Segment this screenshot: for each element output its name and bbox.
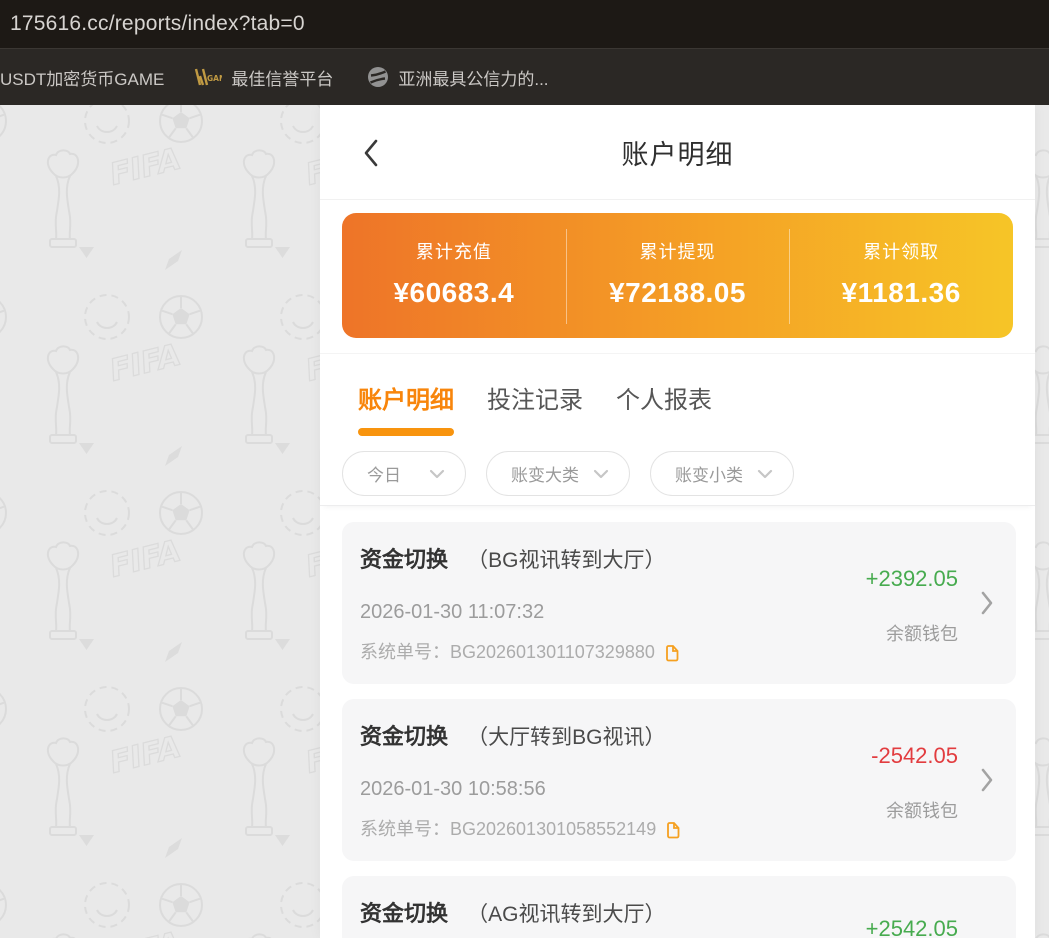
- filter-label: 账变大类: [511, 461, 579, 486]
- filters-row: 今日 账变大类 账变小类: [320, 440, 1035, 506]
- bookmark-label: 亚洲最具公信力的...: [398, 65, 548, 90]
- record-amount-block: -2542.05 余额钱包: [871, 743, 958, 823]
- record-datetime: 2026-01-30 11:07:32: [360, 599, 866, 625]
- summary-total-deposit: 累计充值 ¥60683.4: [342, 213, 566, 338]
- chevron-right-icon: [980, 590, 994, 616]
- tab-label: 账户明细: [358, 380, 454, 415]
- filter-label: 今日: [367, 461, 401, 486]
- page-title: 账户明细: [320, 105, 1035, 200]
- account-detail-panel: 账户明细 累计充值 ¥60683.4 累计提现 ¥72188.05 累计领取 ¥…: [320, 105, 1035, 938]
- summary-label: 累计提现: [640, 238, 716, 264]
- record-row[interactable]: 资金切换 （AG视讯转到大厅） +2542.05: [342, 876, 1016, 938]
- record-order-row: 系统单号： BG202601301107329880: [360, 640, 866, 664]
- order-label: 系统单号：: [360, 817, 450, 841]
- summary-value: ¥60683.4: [393, 277, 514, 309]
- summary-card: 累计充值 ¥60683.4 累计提现 ¥72188.05 累计领取 ¥1181.…: [342, 213, 1013, 338]
- summary-section: 累计充值 ¥60683.4 累计提现 ¥72188.05 累计领取 ¥1181.…: [320, 200, 1035, 353]
- record-row[interactable]: 资金切换 （BG视讯转到大厅） 2026-01-30 11:07:32 系统单号…: [342, 522, 1016, 684]
- record-subtitle: （大厅转到BG视讯）: [467, 726, 665, 749]
- record-type: 资金切换: [360, 901, 448, 926]
- record-title-row: 资金切换 （大厅转到BG视讯）: [360, 723, 866, 752]
- globe-icon: [367, 66, 389, 88]
- bookmark-label: USDT加密货币GAME: [0, 65, 164, 90]
- order-number: BG202601301058552149: [450, 817, 656, 841]
- summary-label: 累计充值: [416, 238, 492, 264]
- summary-value: ¥72188.05: [609, 277, 746, 309]
- record-datetime: 2026-01-30 10:58:56: [360, 776, 866, 802]
- filter-change-major-dropdown[interactable]: 账变大类: [486, 451, 630, 496]
- chevron-down-icon: [593, 469, 609, 479]
- gold-game-logo-icon: GAME: [194, 67, 222, 87]
- chevron-down-icon: [757, 469, 773, 479]
- record-list: 资金切换 （BG视讯转到大厅） 2026-01-30 11:07:32 系统单号…: [320, 506, 1035, 938]
- copy-icon[interactable]: [663, 643, 679, 662]
- tab-personal-report[interactable]: 个人报表: [616, 380, 712, 440]
- record-amount-block: +2392.05 余额钱包: [866, 566, 958, 646]
- page-url[interactable]: 175616.cc/reports/index?tab=0: [0, 12, 305, 36]
- summary-total-claimed: 累计领取 ¥1181.36: [789, 213, 1013, 338]
- record-type: 资金切换: [360, 724, 448, 749]
- bookmark-usdt-game[interactable]: USDT加密货币GAME: [0, 65, 164, 90]
- copy-icon[interactable]: [664, 820, 680, 839]
- tab-label: 投注记录: [487, 380, 583, 415]
- record-amount: +2542.05: [866, 916, 958, 938]
- order-label: 系统单号：: [360, 640, 450, 664]
- svg-text:GAME: GAME: [207, 74, 222, 83]
- bookmarks-bar: USDT加密货币GAME GAME 最佳信誉平台 亚洲最具公信力的...: [0, 48, 1049, 105]
- record-subtitle: （BG视讯转到大厅）: [467, 549, 665, 572]
- filter-date-dropdown[interactable]: 今日: [342, 451, 466, 496]
- page-header: 账户明细: [320, 105, 1035, 200]
- record-wallet: 余额钱包: [871, 797, 958, 823]
- tab-account-detail[interactable]: 账户明细: [358, 380, 454, 440]
- tab-bet-records[interactable]: 投注记录: [487, 380, 583, 440]
- record-title-row: 资金切换 （AG视讯转到大厅）: [360, 900, 866, 929]
- bookmark-label: 最佳信誉平台: [231, 65, 333, 90]
- filter-label: 账变小类: [675, 461, 743, 486]
- record-amount: +2392.05: [866, 566, 958, 592]
- chevron-right-icon: [980, 767, 994, 793]
- record-type: 资金切换: [360, 547, 448, 572]
- bookmark-asia-trust[interactable]: 亚洲最具公信力的...: [367, 65, 548, 90]
- order-number: BG202601301107329880: [450, 640, 655, 664]
- chevron-down-icon: [429, 469, 445, 479]
- summary-value: ¥1181.36: [842, 277, 961, 309]
- filter-change-minor-dropdown[interactable]: 账变小类: [650, 451, 794, 496]
- record-wallet: 余额钱包: [866, 620, 958, 646]
- bookmark-best-platform[interactable]: GAME 最佳信誉平台: [194, 65, 333, 90]
- browser-url-bar[interactable]: 175616.cc/reports/index?tab=0: [0, 0, 1049, 48]
- summary-label: 累计领取: [863, 238, 939, 264]
- record-amount: -2542.05: [871, 743, 958, 769]
- record-order-row: 系统单号： BG202601301058552149: [360, 817, 866, 841]
- summary-total-withdraw: 累计提现 ¥72188.05: [566, 213, 790, 338]
- record-title-row: 资金切换 （BG视讯转到大厅）: [360, 546, 866, 575]
- active-tab-underline: [358, 428, 454, 436]
- tabs-row: 账户明细 投注记录 个人报表: [320, 353, 1035, 440]
- record-row[interactable]: 资金切换 （大厅转到BG视讯） 2026-01-30 10:58:56 系统单号…: [342, 699, 1016, 861]
- record-amount-block: +2542.05: [866, 916, 958, 938]
- tab-label: 个人报表: [616, 380, 712, 415]
- record-subtitle: （AG视讯转到大厅）: [467, 903, 665, 926]
